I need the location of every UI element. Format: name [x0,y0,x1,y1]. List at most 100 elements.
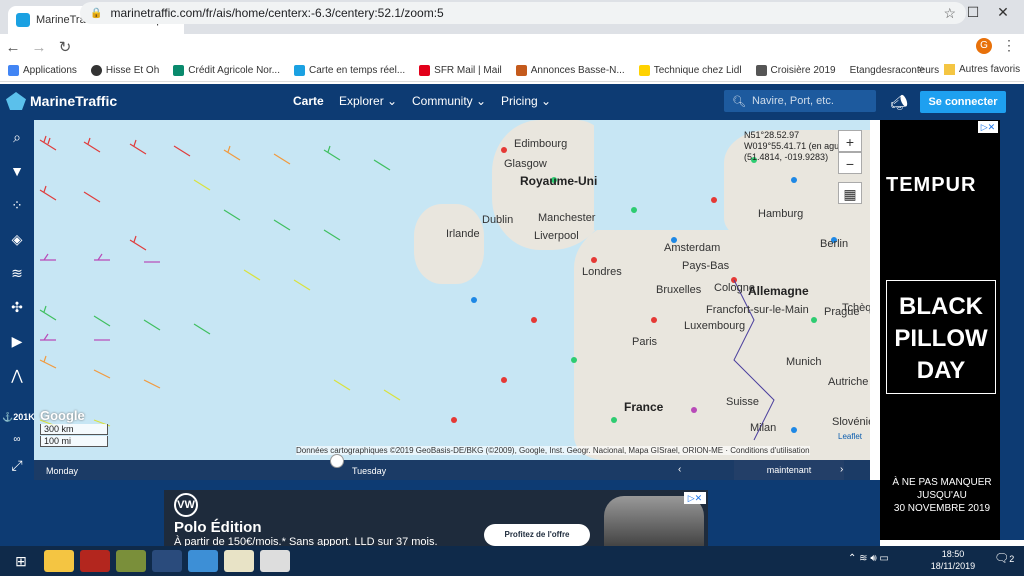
wind-barb [193,179,211,191]
ship-marker [791,177,797,183]
wind-barb [383,389,401,401]
label-amsterdam: Amsterdam [664,242,721,254]
zoom-in-button[interactable]: + [838,130,862,152]
label-slovenie: Slovénie [832,416,870,428]
layers-dots-icon[interactable]: ⁘ [0,190,34,220]
megaphone-icon[interactable]: 📣︎ [890,94,908,111]
login-button[interactable]: Se connecter [920,91,1006,113]
timeline-prev-button[interactable]: ‹ [678,464,681,475]
wind-barb [83,137,101,153]
nav-pricing[interactable]: Pricing ⌄ [501,94,551,108]
label-frankfurt: Francfort-sur-le-Main [706,304,809,316]
label-liverpool: Liverpool [534,230,579,242]
wind-barb [39,355,57,369]
ship-logo-icon [6,92,26,110]
lidl-icon [638,65,650,76]
map-layers-icon[interactable]: ▦ [838,182,862,204]
bookmark-sfr[interactable]: SFR Mail | Mail [419,65,502,76]
ship-marker [451,417,457,423]
weather-timeline[interactable]: Monday Tuesday ‹ maintenant › [34,454,870,480]
label-uk: Royaume-Uni [520,174,598,188]
ship-marker [591,257,597,263]
hisse-icon [90,65,102,76]
bookmark-carte[interactable]: Carte en temps réel... [294,65,405,76]
stack-icon[interactable]: ◈ [0,224,34,254]
wind-barb [273,153,291,165]
bookmark-applications[interactable]: Applications [8,65,77,76]
ship-marker [691,407,697,413]
app-icon[interactable] [260,550,290,572]
wind-barb [93,369,111,379]
wind-barb [129,139,147,155]
ship-marker [531,317,537,323]
reload-button[interactable]: ↻ [52,38,78,56]
bookmark-credit-agricole[interactable]: Crédit Agricole Nor... [173,65,280,76]
nav-carte[interactable]: Carte [293,94,324,108]
bookmark-croisiere[interactable]: Croisière 2019 [755,65,836,76]
filter-icon[interactable]: ▼ [0,156,34,186]
label-dublin: Dublin [482,214,514,226]
notifications-icon[interactable]: 🗨︎2 [994,551,1014,565]
vessel-search-input[interactable]: 🔍︎ Navire, Port, etc. [724,90,876,112]
ad-cta-button[interactable]: Profitez de l'offre [484,524,590,546]
close-window-button[interactable]: ✕ [980,4,1024,21]
search-icon: 🔍︎ [732,95,746,108]
search-icon[interactable]: ⌕ [0,122,34,152]
bookmark-annonces[interactable]: Annonces Basse-N... [515,65,625,76]
timeline-now-button[interactable]: maintenant [734,460,844,480]
timeline-day-tuesday: Tuesday [352,466,387,476]
nav-community[interactable]: Community ⌄ [412,94,486,108]
label-manchester: Manchester [538,212,596,224]
play-icon[interactable]: ▶ [0,326,34,356]
timeline-next-button[interactable]: › [840,464,843,475]
bookmark-etang[interactable]: Etangdesraconteurs [850,65,940,76]
timeline-slider-handle[interactable] [330,454,344,468]
app-icon[interactable] [224,550,254,572]
chevron-down-icon: ⌄ [541,94,552,108]
croisiere-icon [755,65,767,76]
measure-icon[interactable]: ⋀ [0,360,34,390]
weather-icon[interactable]: ≋ [0,258,34,288]
app-icon[interactable] [80,550,110,572]
other-favorites[interactable]: Autres favoris [944,64,1020,75]
app-icon[interactable] [188,550,218,572]
fullscreen-icon[interactable]: ⤢ [0,450,34,480]
bookmarks-more[interactable]: » [918,63,924,75]
windows-start-icon[interactable]: ⊞ [6,550,36,572]
chrome-menu-icon[interactable]: ⋮ [1002,37,1016,54]
bookmark-star-icon[interactable]: ☆ [943,5,956,22]
wind-barb [333,379,351,391]
ad-close-button[interactable]: ▷✕ [684,492,706,504]
label-berlin: Berlin [820,238,849,250]
bookmark-lidl[interactable]: Technique chez Lidl [638,65,742,76]
route-icon[interactable]: ✣ [0,292,34,322]
app-icon[interactable] [116,550,146,572]
back-button[interactable]: ← [0,39,26,56]
forward-button[interactable]: → [26,39,52,56]
file-explorer-icon[interactable] [44,550,74,572]
label-ireland: Irlande [446,228,480,240]
map-canvas[interactable]: Edimbourg Glasgow Royaume-Uni Dublin Irl… [34,120,870,460]
zoom-out-button[interactable]: − [838,152,862,174]
wind-barb [223,145,241,161]
sfr-icon [419,65,431,76]
leaflet-link[interactable]: Leaflet [838,432,862,441]
system-tray-icons[interactable]: ⌃ ≋ 🔊︎ ▭ [848,553,889,564]
wind-barb [93,315,111,327]
chrome-icon[interactable] [152,550,182,572]
mt-logo[interactable]: MarineTraffic [6,92,117,110]
wind-barb [40,333,56,341]
address-bar[interactable]: 🔒 marinetraffic.com/fr/ais/home/centerx:… [80,2,966,24]
page-right-margin [1000,120,1024,540]
map-attribution[interactable]: Données cartographiques ©2019 GeoBasis-D… [296,446,810,455]
taskbar-clock[interactable]: 18:50 18/11/2019 [928,548,978,572]
label-allemagne: Allemagne [748,284,809,298]
folder-icon [944,64,955,75]
bookmark-hisse[interactable]: Hisse Et Oh [90,65,159,76]
nav-explorer[interactable]: Explorer ⌄ [339,94,397,108]
scale-mi: 100 mi [40,436,108,447]
ad-close-button[interactable]: ▷✕ [978,121,998,133]
label-munich: Munich [786,356,822,368]
profile-avatar[interactable]: G [976,38,992,54]
wind-barb [273,219,291,231]
